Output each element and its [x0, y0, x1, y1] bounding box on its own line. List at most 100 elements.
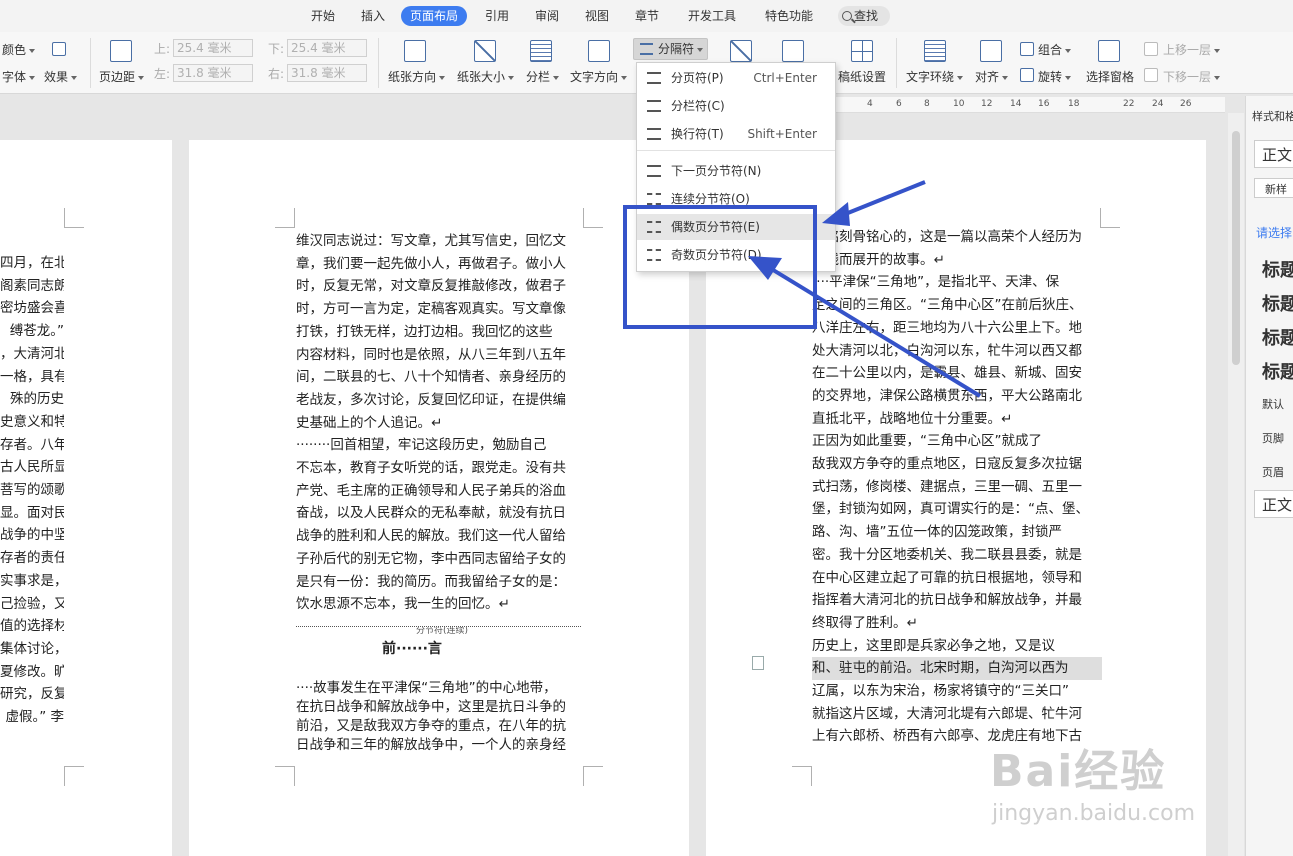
- text-line: 终取得了胜利。↵: [812, 614, 918, 631]
- selection-pane-button[interactable]: 选择窗格: [1086, 68, 1134, 85]
- orientation-button[interactable]: 纸张方向: [388, 68, 446, 85]
- tab-2[interactable]: 页面布局: [401, 6, 468, 26]
- ruler-tick: 4: [867, 99, 873, 109]
- breaks-menu-item-6[interactable]: 奇数页分节符(D): [637, 242, 835, 268]
- text-line: 人铭刻骨铭心的，这是一篇以高荣个人经历为: [812, 229, 1082, 245]
- breaks-menu-item-2[interactable]: 换行符(T) Shift+Enter: [637, 121, 835, 147]
- text-line: 实事求是，: [0, 572, 64, 589]
- break-type-icon: [647, 72, 661, 84]
- style-heading-4[interactable]: 标题: [1262, 358, 1293, 384]
- bottom-margin-input[interactable]: 25.4 毫米: [287, 39, 367, 57]
- text-line: 四月，在北: [0, 255, 64, 271]
- manuscript-button[interactable]: 稿纸设置: [838, 68, 886, 85]
- text-line: 研究，反复: [0, 686, 64, 703]
- style-body[interactable]: 正文: [1254, 490, 1293, 518]
- columns-button[interactable]: 分栏: [526, 68, 560, 85]
- break-type-icon: [647, 100, 661, 112]
- rotate-button[interactable]: 旋转: [1038, 68, 1072, 85]
- text-line: 在中心区建立起了可靠的抗日根据地，领导和: [812, 569, 1082, 586]
- page-right-text[interactable]: 人铭刻骨铭心的，这是一篇以高荣个人经历为 主线而展开的故事。↵ ····平津保“三角…: [812, 226, 1102, 748]
- align-button[interactable]: 对齐: [975, 68, 1009, 85]
- page-middle: 维汉同志说过：写文章，尤其写信史，回忆文 章，我们要一起先做小人，再做君子。做小人…: [189, 140, 689, 856]
- page-border-icon: [782, 40, 804, 62]
- color-button[interactable]: 颜色: [2, 41, 36, 58]
- style-heading-1[interactable]: 标题: [1262, 256, 1293, 282]
- horizontal-ruler[interactable]: 4 6 8 10 12 14 16 18 22 24 26: [820, 97, 1225, 113]
- scrollbar-thumb[interactable]: [1232, 131, 1240, 365]
- effects-icon: [52, 42, 66, 56]
- text-line: 阁素同志朗: [0, 277, 64, 294]
- breaks-menu-item-5[interactable]: 偶数页分节符(E): [637, 214, 835, 240]
- style-heading-2[interactable]: 标题: [1262, 290, 1293, 316]
- right-margin-input[interactable]: 31.8 毫米: [287, 64, 367, 82]
- watermark-brand: Bai经验: [990, 746, 1167, 797]
- text-line: 敌我双方争夺的重点地区，日寇反复多次拉锯: [812, 456, 1082, 473]
- tab-8[interactable]: 特色功能: [765, 6, 813, 26]
- breaks-menu-item-4[interactable]: 连续分节符(O): [637, 186, 835, 212]
- styles-pane-title: 样式和格: [1252, 110, 1293, 123]
- page-left-text[interactable]: 四月，在北 阁素同志朗 密坊盛会喜 缚苍龙。” ，大清河北 一格，具有 殊的历史 史意义和特存…: [0, 252, 64, 729]
- style-header[interactable]: 页眉: [1262, 464, 1284, 480]
- margin-corner: [1100, 208, 1120, 228]
- text-line: 间，二联县的七、八十个知情者、亲身经历的: [296, 369, 566, 386]
- text-line: 时，反复无常，对文章反复推敲修改，做君子: [296, 278, 566, 295]
- menu-separator: [637, 150, 835, 151]
- search-button[interactable]: 查找: [838, 6, 890, 26]
- text-direction-button[interactable]: 文字方向: [570, 68, 628, 85]
- section-break-marker: 分节符(连续): [296, 625, 581, 638]
- tab-0[interactable]: 开始: [311, 6, 335, 26]
- text-line: 八洋庄左右，距三地均为八十六公里上下。地: [812, 319, 1082, 336]
- style-heading-3[interactable]: 标题: [1262, 324, 1293, 350]
- ruler-tick: 26: [1180, 99, 1192, 109]
- breaks-menu-item-label: 分页符(P): [671, 71, 724, 85]
- text-line: 奋战，以及人民群众的无私奉献，就没有抗日: [296, 505, 566, 522]
- group-button[interactable]: 组合: [1038, 41, 1072, 58]
- text-line: 历史上，这里即是兵家必争之地，又是议: [812, 637, 1055, 654]
- text-line: ····故事发生在平津保“三角地”的中心地带，: [296, 679, 557, 696]
- text-line: 一格，具有: [0, 368, 64, 385]
- left-margin-input[interactable]: 31.8 毫米: [173, 64, 253, 82]
- style-default[interactable]: 默认: [1262, 396, 1284, 412]
- send-backward-button[interactable]: 下移一层: [1163, 68, 1221, 85]
- page-middle-text[interactable]: 维汉同志说过：写文章，尤其写信史，回忆文 章，我们要一起先做小人，再做君子。做小人…: [296, 230, 581, 755]
- paper-size-button[interactable]: 纸张大小: [457, 68, 515, 85]
- effect-button[interactable]: 效果: [44, 68, 78, 85]
- text-line: 虚假。” 李: [5, 709, 64, 726]
- breaks-button[interactable]: 分隔符: [633, 38, 708, 60]
- text-line: 密坊盛会喜: [0, 300, 64, 317]
- breaks-menu-item-0[interactable]: 分页符(P) Ctrl+Enter: [637, 65, 835, 91]
- paragraph-options-icon[interactable]: [752, 656, 764, 670]
- margins-button[interactable]: 页边距: [99, 68, 145, 85]
- new-style-button[interactable]: 新样: [1254, 178, 1293, 198]
- tab-4[interactable]: 审阅: [535, 6, 559, 26]
- break-type-icon: [647, 128, 661, 140]
- breaks-menu-item-1[interactable]: 分栏符(C): [637, 93, 835, 119]
- tab-6[interactable]: 章节: [635, 6, 659, 26]
- top-margin-input[interactable]: 25.4 毫米: [173, 39, 253, 57]
- text-line: 史意义和特: [0, 413, 64, 430]
- rotate-icon: [1020, 68, 1034, 82]
- bring-forward-button[interactable]: 上移一层: [1163, 41, 1221, 58]
- margin-corner: [275, 766, 295, 786]
- text-line: ····平津保“三角地”，是指北平、天津、保: [812, 274, 1060, 291]
- tab-1[interactable]: 插入: [361, 6, 385, 26]
- tab-3[interactable]: 引用: [485, 6, 509, 26]
- tab-5[interactable]: 视图: [585, 6, 609, 26]
- current-style-box[interactable]: 正文: [1254, 140, 1293, 168]
- text-line: 殊的历史: [10, 391, 64, 408]
- text-wrap-button[interactable]: 文字环绕: [906, 68, 964, 85]
- text-line: 己捡验，又: [0, 595, 64, 612]
- tab-7[interactable]: 开发工具: [688, 6, 736, 26]
- style-footer[interactable]: 页脚: [1262, 430, 1284, 446]
- text-line: 战争的胜利和人民的解放。我们这一代人留给: [296, 528, 566, 545]
- font-button[interactable]: 字体: [2, 68, 36, 85]
- text-line: 缚苍龙。”: [9, 323, 64, 340]
- select-style-prompt: 请选择: [1256, 226, 1293, 240]
- breaks-menu-item-3[interactable]: 下一页分节符(N): [637, 158, 835, 184]
- page-left: 四月，在北 阁素同志朗 密坊盛会喜 缚苍龙。” ，大清河北 一格，具有 殊的历史 史意义和特存…: [0, 140, 172, 856]
- text-line: 存者的责任。↵: [0, 550, 64, 567]
- text-line: 指挥着大清河北的抗日战争和解放战争，并最: [812, 592, 1082, 609]
- text-line: 子孙后代的别无它物，李中西同志留给子女的: [296, 550, 566, 567]
- text-line: ········回首相望，牢记这段历史，勉励自己: [296, 437, 547, 454]
- ruler-tick: 6: [896, 99, 902, 109]
